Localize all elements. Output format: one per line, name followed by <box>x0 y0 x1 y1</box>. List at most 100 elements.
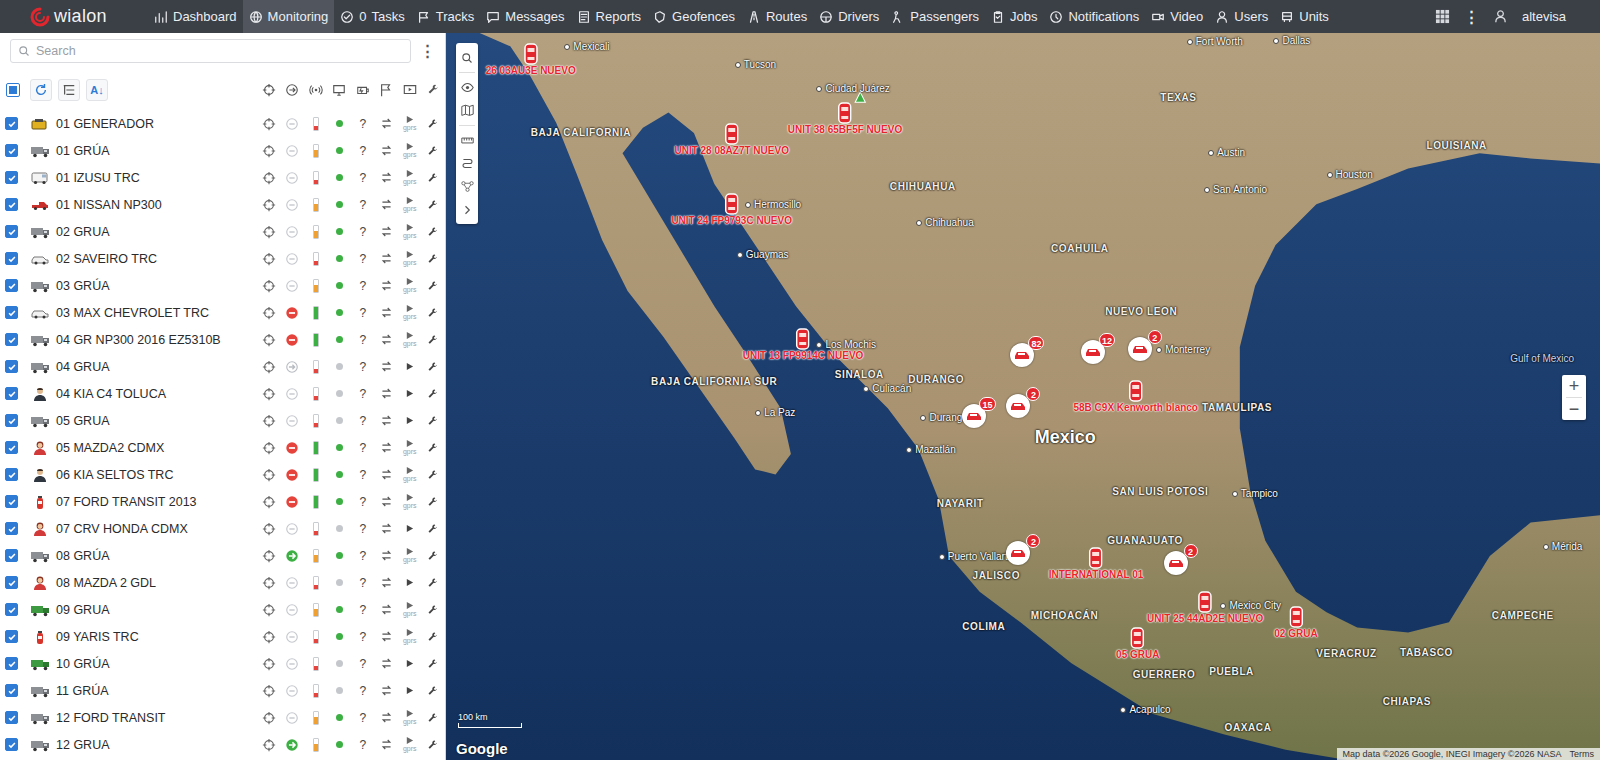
sensor-cell[interactable]: ? <box>351 684 375 698</box>
motion-column[interactable] <box>281 83 305 97</box>
unit-checkbox[interactable] <box>5 684 18 697</box>
unit-row[interactable]: 02 GRUA?gprs <box>0 218 445 245</box>
map-search-button[interactable] <box>456 46 478 69</box>
video-column[interactable] <box>398 83 422 97</box>
unit-row[interactable]: 11 GRÚA? <box>0 677 445 704</box>
nav-item[interactable]: Messages <box>480 0 570 33</box>
sensor-cell[interactable]: ? <box>351 171 375 185</box>
unit-row[interactable]: 10 GRÚA? <box>0 650 445 677</box>
map[interactable]: TEXASLOUISIANACHIHUAHUACOAHUILANUEVO LEO… <box>446 33 1600 760</box>
unit-cluster[interactable]: 2 <box>1164 551 1188 575</box>
command-cell[interactable] <box>375 117 399 130</box>
unit-pin[interactable]: 05 GRUA <box>1116 627 1159 661</box>
zoom-in-button[interactable]: + <box>1562 375 1586 397</box>
terms-link[interactable]: Terms <box>1570 749 1595 759</box>
locate-cell[interactable] <box>257 306 281 320</box>
locate-cell[interactable] <box>257 414 281 428</box>
locate-cell[interactable] <box>257 117 281 131</box>
nav-item[interactable]: Users <box>1209 0 1274 33</box>
nav-item[interactable]: Routes <box>741 0 813 33</box>
signal-column[interactable] <box>304 83 328 97</box>
locate-cell[interactable] <box>257 198 281 212</box>
sensor-cell[interactable]: ? <box>351 468 375 482</box>
map-source-button[interactable] <box>456 99 478 122</box>
unit-row[interactable]: 04 GRUA? <box>0 353 445 380</box>
unit-row[interactable]: 01 GENERADOR?gprs <box>0 110 445 137</box>
locate-cell[interactable] <box>257 360 281 374</box>
unit-row[interactable]: 03 MAX CHEVROLET TRC?gprs <box>0 299 445 326</box>
unit-pin[interactable]: 02 GRUA <box>1274 606 1317 640</box>
link-cell[interactable] <box>398 416 422 425</box>
link-cell[interactable]: gprs <box>398 547 422 564</box>
unit-row[interactable]: 08 GRÚA?gprs <box>0 542 445 569</box>
nav-item[interactable]: Monitoring <box>243 0 335 33</box>
command-cell[interactable] <box>375 252 399 265</box>
command-cell[interactable] <box>375 603 399 616</box>
sensor-cell[interactable]: ? <box>351 711 375 725</box>
link-cell[interactable]: gprs <box>398 115 422 132</box>
unit-checkbox[interactable] <box>5 117 18 130</box>
sensor-cell[interactable]: ? <box>351 117 375 131</box>
link-cell[interactable] <box>398 389 422 398</box>
sensor-cell[interactable]: ? <box>351 522 375 536</box>
unit-pin[interactable]: 58B C9X Kenworth blanco <box>1074 380 1198 414</box>
command-cell[interactable] <box>375 522 399 535</box>
nav-item[interactable]: Dashboard <box>148 0 243 33</box>
sensor-cell[interactable]: ? <box>351 495 375 509</box>
command-cell[interactable] <box>375 576 399 589</box>
unit-checkbox[interactable] <box>5 657 18 670</box>
link-cell[interactable]: gprs <box>398 142 422 159</box>
unit-pin[interactable]: UNIT 13 FP9914C NUEVO <box>743 328 864 362</box>
link-cell[interactable] <box>398 362 422 371</box>
locate-cell[interactable] <box>257 279 281 293</box>
settings-cell[interactable] <box>422 415 446 427</box>
sensor-cell[interactable]: ? <box>351 414 375 428</box>
link-cell[interactable]: gprs <box>398 466 422 483</box>
unit-checkbox[interactable] <box>5 387 18 400</box>
locate-cell[interactable] <box>257 252 281 266</box>
settings-cell[interactable] <box>422 442 446 454</box>
user-name[interactable]: altevisa <box>1522 9 1566 24</box>
unit-row[interactable]: 05 GRUA? <box>0 407 445 434</box>
nav-item[interactable]: Drivers <box>813 0 885 33</box>
settings-cell[interactable] <box>422 685 446 697</box>
unit-row[interactable]: 05 MAZDA2 CDMX?gprs <box>0 434 445 461</box>
command-cell[interactable] <box>375 549 399 562</box>
link-cell[interactable] <box>398 686 422 695</box>
command-cell[interactable] <box>375 171 399 184</box>
command-cell[interactable] <box>375 711 399 724</box>
select-all-checkbox[interactable] <box>6 83 20 97</box>
unit-row[interactable]: 09 YARIS TRC?gprs <box>0 623 445 650</box>
unit-checkbox[interactable] <box>5 144 18 157</box>
unit-checkbox[interactable] <box>5 711 18 724</box>
sensor-cell[interactable]: ? <box>351 603 375 617</box>
locate-cell[interactable] <box>257 225 281 239</box>
unit-checkbox[interactable] <box>5 333 18 346</box>
unit-checkbox[interactable] <box>5 576 18 589</box>
unit-pin[interactable]: UNIT 24 FP9793C NUEVO <box>671 193 792 227</box>
ruler-button[interactable] <box>456 129 478 152</box>
unit-pin[interactable]: INTERNATIONAL 01 <box>1049 547 1144 581</box>
unit-pin[interactable]: UNIT 28 08AZ7T NUEVO <box>674 123 788 157</box>
sensor-cell[interactable]: ? <box>351 225 375 239</box>
unit-checkbox[interactable] <box>5 306 18 319</box>
command-cell[interactable] <box>375 306 399 319</box>
expand-button[interactable] <box>456 198 478 221</box>
locate-cell[interactable] <box>257 387 281 401</box>
route-button[interactable] <box>456 152 478 175</box>
sensor-cell[interactable]: ? <box>351 333 375 347</box>
link-cell[interactable] <box>398 659 422 668</box>
unit-row[interactable]: 07 CRV HONDA CDMX? <box>0 515 445 542</box>
connection-column[interactable] <box>328 83 352 97</box>
link-cell[interactable]: gprs <box>398 223 422 240</box>
unit-row[interactable]: 07 FORD TRANSIT 2013?gprs <box>0 488 445 515</box>
unit-row[interactable]: 01 IZUSU TRC?gprs <box>0 164 445 191</box>
locate-cell[interactable] <box>257 495 281 509</box>
unit-row[interactable]: 04 KIA C4 TOLUCA? <box>0 380 445 407</box>
command-cell[interactable] <box>375 630 399 643</box>
link-cell[interactable]: gprs <box>398 304 422 321</box>
unit-checkbox[interactable] <box>5 279 18 292</box>
nav-item[interactable]: 0Tasks <box>334 0 410 33</box>
link-cell[interactable]: gprs <box>398 736 422 753</box>
settings-cell[interactable] <box>422 739 446 751</box>
